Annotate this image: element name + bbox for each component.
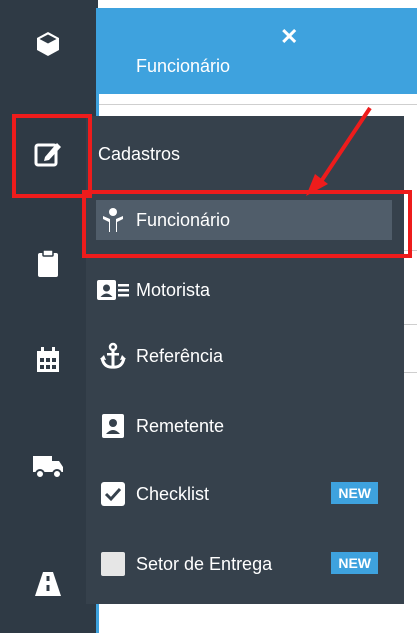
annotation-arrow xyxy=(306,106,372,196)
